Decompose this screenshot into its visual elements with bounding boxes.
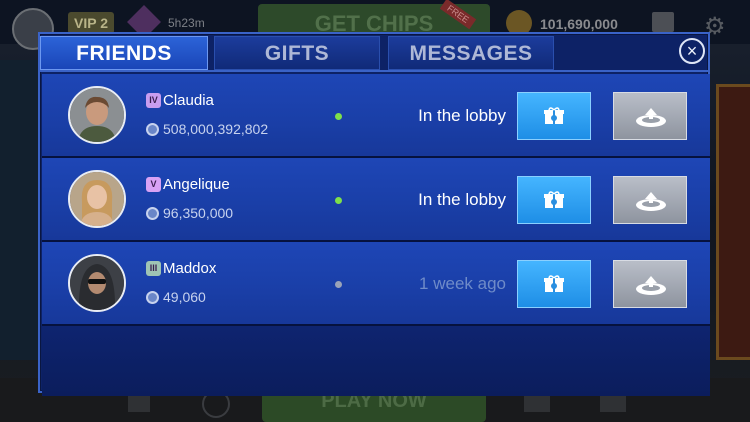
tab-messages[interactable]: MESSAGES [388,36,554,70]
chip-balance: 101,690,000 [540,16,618,32]
tab-divider [40,70,708,72]
chip-icon [146,123,159,136]
chip-icon [146,207,159,220]
vip-level-badge: V [146,177,161,192]
friends-dialog: FRIENDS GIFTS MESSAGES × IV Claudia 508,… [38,32,712,396]
chip-request-icon [636,192,666,211]
vip-level-badge: III [146,261,161,276]
tab-gifts[interactable]: GIFTS [214,36,380,70]
friend-name: Angelique [163,176,230,193]
vip-badge: VIP 2 [68,12,114,34]
close-button[interactable]: × [679,38,705,64]
friend-chips: 508,000,392,802 [163,121,269,137]
friend-avatar[interactable] [68,86,126,144]
send-gift-button[interactable] [517,92,591,140]
online-indicator [335,113,342,120]
friend-row: IV Claudia 508,000,392,802 In the lobby [42,74,710,158]
tab-bar: FRIENDS GIFTS MESSAGES × [40,34,712,72]
gift-icon [652,12,674,32]
request-chips-button[interactable] [613,176,687,224]
chip-icon [146,291,159,304]
chip-request-icon [636,276,666,295]
offline-indicator [335,281,342,288]
gift-icon [544,191,564,208]
bonus-timer: 5h23m [168,16,205,30]
friend-avatar[interactable] [68,254,126,312]
request-chips-button[interactable] [613,92,687,140]
gift-icon [544,275,564,292]
tab-friends[interactable]: FRIENDS [40,36,208,70]
friend-status: In the lobby [418,106,506,125]
friend-chips: 49,060 [163,289,206,305]
send-gift-button[interactable] [517,176,591,224]
friend-avatar[interactable] [68,170,126,228]
request-chips-button[interactable] [613,260,687,308]
chip-request-icon [636,108,666,127]
friends-list: IV Claudia 508,000,392,802 In the lobby [42,74,710,396]
promo-panel [716,84,750,360]
friend-status: 1 week ago [419,274,506,293]
friend-row: V Angelique 96,350,000 In the lobby [42,158,710,242]
friend-name: Maddox [163,260,217,277]
online-indicator [335,197,342,204]
gift-icon [544,107,564,124]
send-gift-button[interactable] [517,260,591,308]
friend-name: Claudia [163,92,214,109]
friend-row: III Maddox 49,060 1 week ago [42,242,710,326]
vip-level-badge: IV [146,93,161,108]
side-strip [0,60,40,360]
empty-list-area [42,326,710,396]
friend-status: In the lobby [418,190,506,209]
friend-chips: 96,350,000 [163,205,234,221]
